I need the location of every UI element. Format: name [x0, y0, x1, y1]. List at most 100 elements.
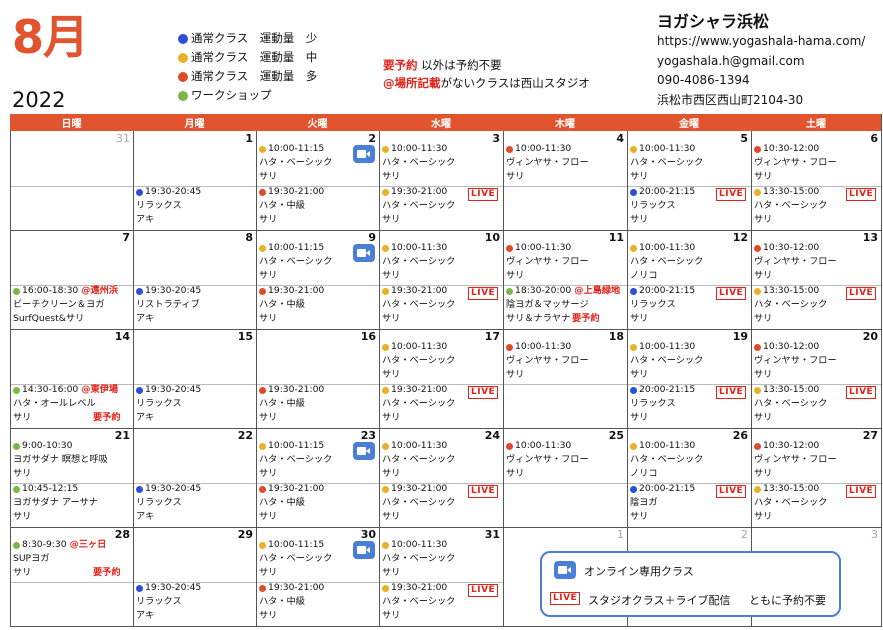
class-teacher: サリ [382, 214, 401, 225]
class-slot[interactable]: 19:30-21:00 ハタ・中級 サリ [259, 284, 324, 326]
class-slot[interactable]: 10:00-11:15 ハタ・ベーシック サリ [259, 241, 332, 283]
class-slot[interactable]: 13:30-15:00 ハタ・ベーシック サリ [754, 185, 827, 227]
class-name: ヴィンヤサ・フロー [754, 157, 837, 168]
class-slot[interactable]: 20:00-21:15 陰ヨガ サリ [630, 482, 695, 524]
class-slot[interactable]: 20:00-21:15 リラックス サリ [630, 185, 695, 227]
class-slot[interactable]: 19:30-21:00 ハタ・中級 サリ [259, 482, 324, 524]
yellow-dot-icon [382, 584, 389, 592]
class-time: 19:30-21:00 [268, 582, 325, 593]
class-teacher: サリ [382, 270, 401, 281]
class-slot[interactable]: 10:00-11:30 ハタ・ベーシック サリ [382, 142, 455, 184]
class-slot[interactable]: 10:00-11:30 ヴィンヤサ・フロー サリ [506, 340, 589, 382]
day-number: 16 [360, 330, 376, 343]
class-slot[interactable]: 19:30-21:00 ハタ・中級 サリ [259, 383, 324, 425]
class-location: @遠州浜 [81, 285, 119, 296]
class-teacher: サリ [506, 369, 525, 380]
class-slot[interactable]: 10:00-11:15 ハタ・ベーシック サリ [259, 439, 332, 481]
class-name: ハタ・中級 [259, 497, 305, 508]
class-slot[interactable]: 10:30-12:00 ヴィンヤサ・フロー サリ [754, 241, 837, 283]
class-slot[interactable]: 10:00-11:15 ハタ・ベーシック サリ [259, 538, 332, 580]
class-teacher: SurfQuest&サリ [13, 313, 85, 324]
weekday-header: 月曜 [133, 114, 256, 131]
class-slot[interactable]: 13:30-15:00 ハタ・ベーシック サリ [754, 482, 827, 524]
day-number: 3 [492, 132, 500, 145]
class-name: ハタ・ベーシック [754, 398, 828, 409]
class-slot[interactable]: 19:30-21:00 ハタ・ベーシック サリ [382, 185, 455, 227]
class-slot[interactable]: 10:00-11:30 ハタ・ベーシック サリ [382, 439, 455, 481]
week-divider [10, 329, 881, 330]
phone-number: 090-4086-1394 [657, 73, 750, 87]
email-link[interactable]: yogashala.h@gmail.com [657, 55, 805, 67]
day-number: 10 [484, 231, 500, 244]
class-slot[interactable]: 19:30-21:00 ハタ・ベーシック サリ [382, 482, 455, 524]
class-time: 19:30-20:45 [145, 483, 202, 494]
yellow-dot-icon [259, 244, 266, 252]
class-slot[interactable]: 10:00-11:30 ハタ・ベーシック サリ [382, 340, 455, 382]
class-time: 9:00-10:30 [22, 440, 73, 451]
class-slot[interactable]: 13:30-15:00 ハタ・ベーシック サリ [754, 383, 827, 425]
class-slot[interactable]: 13:30-15:00 ハタ・ベーシック サリ [754, 284, 827, 326]
day-number: 9 [368, 231, 376, 244]
class-slot[interactable]: 19:30-20:45 リラックス アキ [136, 482, 201, 524]
class-slot[interactable]: 19:30-21:00 ハタ・中級 サリ [259, 185, 324, 227]
class-slot[interactable]: 20:00-21:15 リラックス サリ [630, 284, 695, 326]
class-slot[interactable]: 10:30-12:00 ヴィンヤサ・フロー サリ [754, 340, 837, 382]
class-slot[interactable]: 19:30-20:45 リラックス アキ [136, 185, 201, 227]
class-slot[interactable]: 19:30-20:45 リラックス アキ [136, 383, 201, 425]
red-dot-icon [754, 442, 761, 450]
class-slot[interactable]: 10:30-12:00 ヴィンヤサ・フロー サリ [754, 142, 837, 184]
class-slot[interactable]: 19:30-21:00 ハタ・ベーシック サリ [382, 284, 455, 326]
class-slot[interactable]: 10:00-11:30 ハタ・ベーシック サリ [382, 241, 455, 283]
class-slot[interactable]: 10:00-11:30 ハタ・ベーシック サリ [630, 340, 703, 382]
class-slot[interactable]: 18:30-20:00 @上島緑地 陰ヨガ＆マッサージ サリ＆ナラヤナ [506, 284, 620, 326]
class-location: @東伊場 [81, 384, 119, 395]
class-name: ハタ・ベーシック [382, 596, 456, 607]
class-slot[interactable]: 19:30-21:00 ハタ・中級 サリ [259, 581, 324, 623]
blue-dot-icon [630, 188, 637, 196]
studio-name: ヨガシャラ浜松 [657, 12, 770, 31]
class-name: ハタ・ベーシック [382, 200, 456, 211]
yellow-dot-icon [382, 485, 389, 493]
class-teacher: サリ [259, 214, 278, 225]
blue-dot-icon [136, 188, 143, 196]
green-dot-icon [178, 90, 188, 101]
class-slot[interactable]: 19:30-21:00 ハタ・ベーシック サリ [382, 383, 455, 425]
class-name: リラックス [136, 398, 182, 409]
yellow-dot-icon [382, 145, 389, 153]
class-time: 19:30-20:45 [145, 186, 202, 197]
class-name: ヴィンヤサ・フロー [754, 355, 837, 366]
blue-dot-icon [136, 485, 143, 493]
website-link[interactable]: https://www.yogashala-hama.com/ [657, 35, 865, 47]
class-slot[interactable]: 10:00-11:15 ハタ・ベーシック サリ [259, 142, 332, 184]
class-slot[interactable]: 20:00-21:15 リラックス サリ [630, 383, 695, 425]
red-dot-icon [754, 145, 761, 153]
class-slot[interactable]: 10:00-11:30 ハタ・ベーシック ノリコ [630, 241, 703, 283]
day-number: 11 [608, 231, 624, 244]
class-slot[interactable]: 19:30-21:00 ハタ・ベーシック サリ [382, 581, 455, 623]
class-name: ハタ・ベーシック [630, 256, 704, 267]
class-time: 19:30-21:00 [391, 483, 448, 494]
class-slot[interactable]: 10:00-11:30 ハタ・ベーシック サリ [382, 538, 455, 580]
class-teacher: サリ [259, 412, 278, 423]
class-slot[interactable]: 9:00-10:30 ヨガサダナ 瞑想と呼吸 サリ [13, 439, 108, 481]
class-name: ヨガサダナ アーサナ [13, 497, 98, 508]
weekday-header: 火曜 [256, 114, 379, 131]
class-slot[interactable]: 19:30-20:45 リストラティブ アキ [136, 284, 201, 326]
class-slot[interactable]: 10:00-11:30 ハタ・ベーシック サリ [630, 142, 703, 184]
red-dot-icon [259, 188, 266, 196]
class-teacher: サリ [259, 171, 278, 182]
class-slot[interactable]: 10:00-11:30 ヴィンヤサ・フロー サリ [506, 142, 589, 184]
class-slot[interactable]: 10:00-11:30 ヴィンヤサ・フロー サリ [506, 241, 589, 283]
class-name: リラックス [630, 200, 676, 211]
class-slot[interactable]: 10:00-11:30 ハタ・ベーシック ノリコ [630, 439, 703, 481]
class-slot[interactable]: 16:00-18:30 @遠州浜 ビーチクリーン＆ヨガ SurfQuest&サリ [13, 284, 118, 326]
class-slot[interactable]: 10:00-11:30 ヴィンヤサ・フロー サリ [506, 439, 589, 481]
class-slot[interactable]: 10:30-12:00 ヴィンヤサ・フロー サリ [754, 439, 837, 481]
class-name: ハタ・中級 [259, 299, 305, 310]
class-slot[interactable]: 19:30-20:45 リラックス アキ [136, 581, 201, 623]
class-teacher: アキ [136, 313, 155, 324]
class-slot[interactable]: 10:45-12:15 ヨガサダナ アーサナ サリ [13, 482, 98, 524]
class-time: 10:00-11:30 [639, 440, 696, 451]
class-name: リラックス [136, 596, 182, 607]
class-name: ハタ・ベーシック [382, 355, 456, 366]
